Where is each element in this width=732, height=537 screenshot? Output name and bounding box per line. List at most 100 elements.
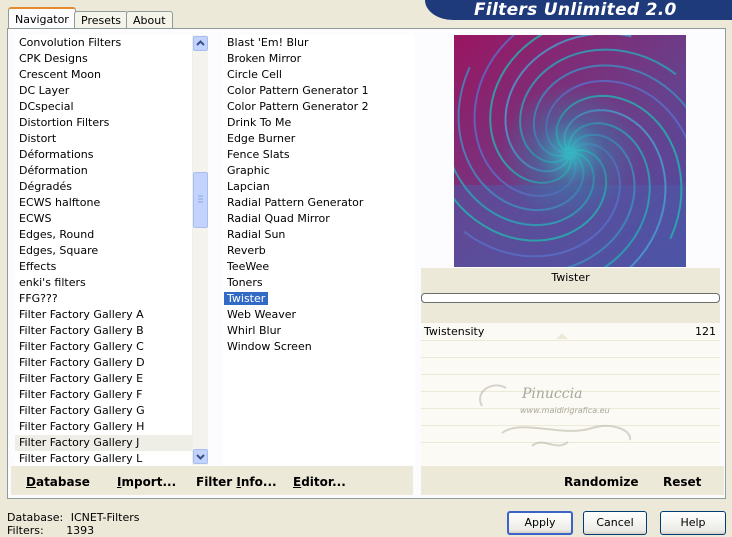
category-list-item[interactable]: Filter Factory Gallery L [15,451,192,465]
category-list-item[interactable]: Crescent Moon [15,67,192,83]
database-button[interactable]: Database [26,475,90,489]
category-list-item[interactable]: Filter Factory Gallery E [15,371,192,387]
import-button[interactable]: Import... [117,475,176,489]
category-list-item[interactable]: FFG??? [15,291,192,307]
filter-list-item[interactable]: Broken Mirror [223,51,415,67]
filter-list[interactable]: Blast 'Em! Blur Broken Mirror Circle Cell C… [223,35,415,465]
scroll-up-button[interactable] [193,36,208,51]
category-list-item[interactable]: ECWS halftone [15,195,192,211]
category-list-item[interactable]: Filter Factory Gallery C [15,339,192,355]
parameter-divider [421,340,720,341]
filter-list-item[interactable]: Radial Sun [223,227,415,243]
filter-list-item-label: Reverb [227,244,266,257]
category-list-item-label: Filter Factory Gallery B [19,324,144,337]
randomize-button[interactable]: Randomize [564,475,638,489]
category-list-item-label: Filter Factory Gallery C [19,340,144,353]
category-list-item[interactable]: Déformation [15,163,192,179]
filter-list-item[interactable]: TeeWee [223,259,415,275]
filter-list-item[interactable]: Circle Cell [223,67,415,83]
filter-list-item-label: Broken Mirror [227,52,302,65]
filter-list-item[interactable]: Lapcian [223,179,415,195]
category-list-item-label: DCspecial [19,100,74,113]
filter-list-item[interactable]: Twister [223,291,415,307]
category-list-item[interactable]: Filter Factory Gallery A [15,307,192,323]
category-list-item[interactable]: Dégradés [15,179,192,195]
param-twistensity-slider[interactable] [556,333,568,339]
filter-list-item[interactable]: Color Pattern Generator 2 [223,99,415,115]
category-list-item-label: Edges, Square [19,244,99,257]
filter-list-item[interactable]: Radial Quad Mirror [223,211,415,227]
filter-list-item[interactable]: Toners [223,275,415,291]
status-database-value: ICNET-Filters [70,511,140,524]
category-list-item[interactable]: CPK Designs [15,51,192,67]
filter-list-item-label: Web Weaver [227,308,297,321]
category-list-item-label: Filter Factory Gallery A [19,308,144,321]
category-list-item[interactable]: ECWS [15,211,192,227]
category-list-item[interactable]: Filter Factory Gallery D [15,355,192,371]
category-list-item[interactable]: Convolution Filters [15,35,192,51]
category-list-item[interactable]: enki's filters [15,275,192,291]
category-list-item[interactable]: Déformations [15,147,192,163]
cancel-button[interactable]: Cancel [583,511,647,535]
category-list-item[interactable]: Distortion Filters [15,115,192,131]
filter-list-item-label: Color Pattern Generator 2 [227,100,369,113]
tab-about[interactable]: About [126,11,173,29]
category-list-item[interactable]: Filter Factory Gallery H [15,419,192,435]
filter-list-item-label: Drink To Me [227,116,292,129]
watermark-url: www.maidirigrafica.eu [520,406,610,415]
category-list-item[interactable]: Filter Factory Gallery G [15,403,192,419]
category-list-item-label: Filter Factory Gallery E [19,372,144,385]
filter-list-item[interactable]: Graphic [223,163,415,179]
filter-list-item-label: TeeWee [227,260,270,273]
tab-navigator[interactable]: Navigator [8,7,76,30]
category-list-item[interactable]: DC Layer [15,83,192,99]
selected-filter-name: Twister [551,271,590,284]
filter-list-item[interactable]: Window Screen [223,339,415,355]
help-button[interactable]: Help [660,511,726,535]
filter-list-item[interactable]: Whirl Blur [223,323,415,339]
category-list-item-label: Distortion Filters [19,116,110,129]
filter-list-item[interactable]: Edge Burner [223,131,415,147]
apply-button[interactable]: Apply [507,511,573,535]
category-list-item[interactable]: Effects [15,259,192,275]
param-twistensity-label: Twistensity [424,325,485,338]
scroll-down-button[interactable] [193,449,208,464]
category-list-item-label: Filter Factory Gallery H [19,420,145,433]
category-list-item-label: Filter Factory Gallery D [19,356,145,369]
filter-list-item-label: Edge Burner [227,132,296,145]
category-list-item-label: Effects [19,260,57,273]
category-list-item[interactable]: Filter Factory Gallery J [15,435,192,451]
filter-list-item[interactable]: Blast 'Em! Blur [223,35,415,51]
filter-list-item[interactable]: Web Weaver [223,307,415,323]
category-list-item-label: Filter Factory Gallery L [19,452,143,465]
category-list-item[interactable]: Edges, Round [15,227,192,243]
parameter-divider [421,374,720,375]
category-list-item[interactable]: Distort [15,131,192,147]
filter-list-item[interactable]: Color Pattern Generator 1 [223,83,415,99]
filter-list-item[interactable]: Reverb [223,243,415,259]
category-list-item[interactable]: Filter Factory Gallery F [15,387,192,403]
filter-list-item[interactable]: Drink To Me [223,115,415,131]
status-database: Database: ICNET-Filters [7,511,139,524]
parameter-divider [421,357,720,358]
category-list-item-label: CPK Designs [19,52,88,65]
filter-list-item-label: Radial Sun [227,228,286,241]
category-scrollbar[interactable] [192,35,208,465]
category-list-item-label: Déformation [19,164,88,177]
filter-list-item-label: Window Screen [227,340,312,353]
reset-button[interactable]: Reset [663,475,701,489]
filter-list-item[interactable]: Radial Pattern Generator [223,195,415,211]
scroll-thumb[interactable] [193,172,208,228]
tab-presets[interactable]: Presets [74,11,129,29]
category-list-item[interactable]: Filter Factory Gallery B [15,323,192,339]
chevron-up-icon [196,40,205,46]
category-list-item[interactable]: Edges, Square [15,243,192,259]
category-list-item-label: enki's filters [19,276,86,289]
editor-button[interactable]: Editor... [293,475,346,489]
filter-list-item[interactable]: Fence Slats [223,147,415,163]
progress-bar [421,293,720,303]
category-list-item-label: Edges, Round [19,228,95,241]
category-list[interactable]: Convolution Filters CPK Designs Crescent M… [15,35,192,465]
filter-info-button[interactable]: Filter Info... [196,475,277,489]
category-list-item[interactable]: DCspecial [15,99,192,115]
